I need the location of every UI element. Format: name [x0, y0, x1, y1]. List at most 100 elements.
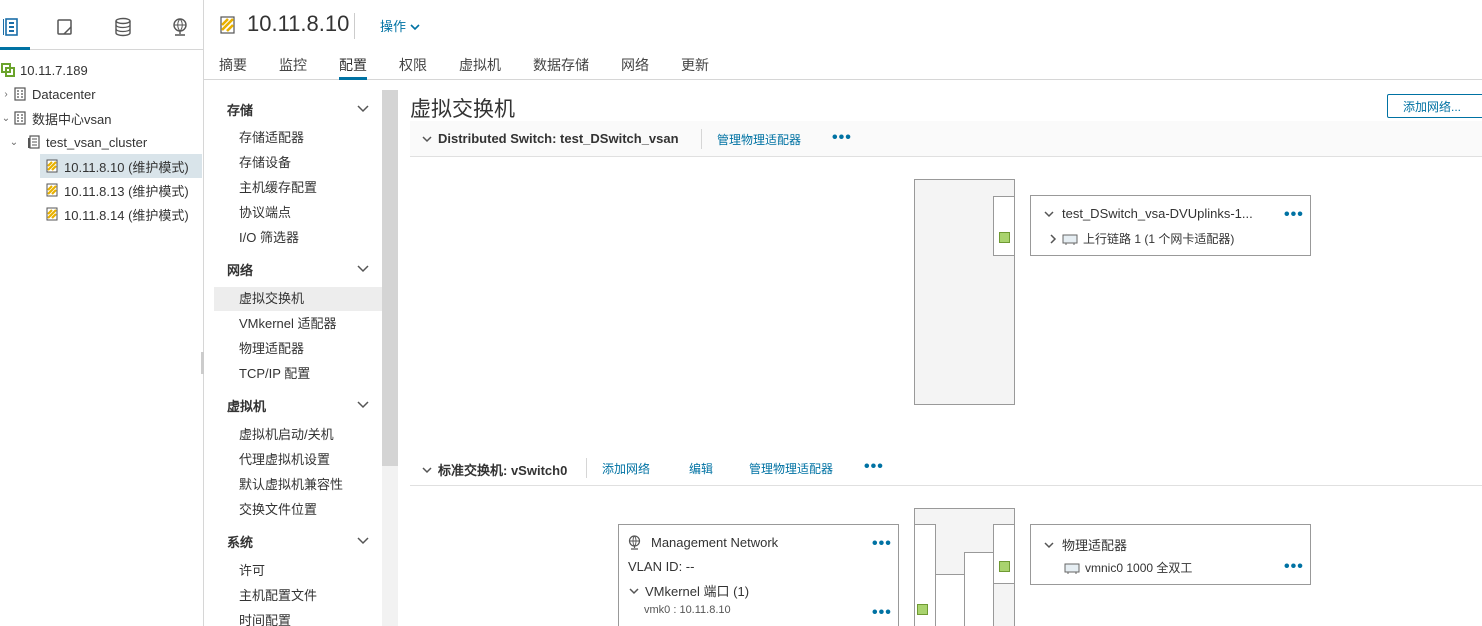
tree-item-host-10-11-8-13[interactable]: 10.11.8.13 (维护模式) — [40, 178, 202, 202]
tree-item-host-10-11-8-10[interactable]: 10.11.8.10 (维护模式) — [40, 154, 202, 178]
menu-item-protocol-endpoints[interactable]: 协议端点 — [214, 201, 382, 225]
add-networking-button[interactable]: 添加网络... — [1387, 94, 1477, 118]
tab-summary[interactable]: 摘要 — [219, 55, 247, 80]
physical-adapters-label: 物理适配器 — [1062, 538, 1128, 553]
vms-and-templates-icon[interactable] — [52, 14, 78, 40]
tab-monitor[interactable]: 监控 — [279, 55, 307, 80]
menu-item-vm-startup-shutdown[interactable]: 虚拟机启动/关机 — [214, 423, 382, 447]
actions-menu-button[interactable]: 操作 — [380, 16, 420, 35]
edit-link[interactable]: 编辑 — [689, 460, 713, 477]
tree-item-host-10-11-8-14[interactable]: 10.11.8.14 (维护模式) — [40, 202, 202, 226]
chevron-down-icon — [422, 466, 432, 473]
tree-item-cluster[interactable]: ⌄ test_vsan_cluster — [8, 130, 204, 154]
menu-group-system[interactable]: 系统 — [227, 531, 369, 551]
pane-splitter-handle[interactable] — [201, 352, 204, 374]
menu-group-label: 系统 — [227, 534, 254, 550]
tree-item-label: 10.11.7.189 — [20, 62, 88, 78]
object-header: 10.11.8.10 操作 摘要 监控 配置 权限 虚拟机 数据存储 网络 更新 — [204, 0, 1482, 80]
tree-item-datacenter-vsan[interactable]: ⌄ 数据中心vsan — [0, 106, 204, 130]
physical-adapters-title[interactable]: 物理适配器 — [1043, 535, 1127, 554]
menu-item-storage-adapters[interactable]: 存储适配器 — [214, 126, 382, 150]
menu-item-host-profile[interactable]: 主机配置文件 — [214, 584, 382, 608]
more-actions-icon[interactable]: ••• — [1284, 559, 1304, 575]
hosts-and-clusters-icon[interactable] — [0, 14, 30, 50]
networking-icon[interactable] — [167, 14, 193, 40]
more-actions-icon[interactable]: ••• — [872, 536, 892, 552]
add-networking-link[interactable]: 添加网络 — [602, 460, 650, 477]
vmkernel-ports-row[interactable]: VMkernel 端口 (1) — [628, 581, 749, 600]
side-menu-scrollbar[interactable] — [382, 90, 398, 626]
tree-item-vcenter[interactable]: 10.11.7.189 — [0, 58, 204, 82]
tab-networks[interactable]: 网络 — [621, 55, 649, 80]
chevron-down-icon — [628, 586, 640, 596]
menu-group-networking[interactable]: 网络 — [227, 259, 369, 279]
storage-icon[interactable] — [110, 14, 136, 40]
menu-item-physical-adapters[interactable]: 物理适配器 — [214, 337, 382, 361]
uplink-row[interactable]: 上行链路 1 (1 个网卡适配器) — [1049, 230, 1234, 247]
distributed-switch-toggle[interactable]: Distributed Switch: test_DSwitch_vsan — [422, 131, 679, 146]
menu-item-agent-vm-settings[interactable]: 代理虚拟机设置 — [214, 448, 382, 472]
scrollbar-thumb[interactable] — [382, 90, 398, 466]
tab-permissions[interactable]: 权限 — [399, 55, 427, 80]
port-group-title[interactable]: Management Network — [627, 535, 778, 550]
chevron-down-icon[interactable]: ⌄ — [0, 113, 12, 124]
switch-path-segment — [964, 552, 994, 626]
chevron-down-icon[interactable]: ⌄ — [8, 137, 20, 148]
datacenter-icon — [12, 86, 28, 102]
menu-group-label: 存储 — [227, 102, 254, 118]
standard-switch-toggle[interactable]: 标准交换机: vSwitch0 — [422, 460, 567, 479]
menu-item-host-cache[interactable]: 主机缓存配置 — [214, 176, 382, 200]
menu-item-default-vm-compat[interactable]: 默认虚拟机兼容性 — [214, 473, 382, 497]
menu-item-tcpip-config[interactable]: TCP/IP 配置 — [214, 362, 382, 386]
menu-item-vmkernel-adapters[interactable]: VMkernel 适配器 — [214, 312, 382, 336]
standard-switch-name: 标准交换机: vSwitch0 — [438, 463, 568, 478]
vmnic0-row[interactable]: vmnic0 1000 全双工 — [1064, 559, 1192, 576]
uplink-group-title[interactable]: test_DSwitch_vsa-DVUplinks-1... — [1043, 206, 1253, 221]
menu-item-time-config[interactable]: 时间配置 — [214, 609, 382, 626]
tree-item-label: 10.11.8.14 (维护模式) — [64, 207, 189, 223]
vmkernel-ports-label: VMkernel 端口 (1) — [645, 584, 750, 599]
vmk0-row[interactable]: vmk0 : 10.11.8.10 — [644, 604, 731, 616]
section-title: 虚拟交换机 — [410, 98, 515, 121]
chevron-down-icon — [357, 398, 369, 413]
chevron-right-icon[interactable]: › — [0, 89, 12, 100]
menu-item-io-filters[interactable]: I/O 筛选器 — [214, 226, 382, 250]
chevron-down-icon — [357, 534, 369, 549]
chevron-down-icon — [1043, 209, 1055, 219]
more-actions-icon[interactable]: ••• — [1284, 207, 1304, 223]
tab-configure[interactable]: 配置 — [339, 55, 367, 80]
more-actions-icon[interactable]: ••• — [872, 605, 892, 621]
vmk-port-icon[interactable] — [917, 604, 928, 615]
menu-item-licensing[interactable]: 许可 — [214, 559, 382, 583]
network-globe-icon — [627, 535, 642, 550]
menu-group-label: 虚拟机 — [227, 398, 267, 414]
menu-group-storage[interactable]: 存储 — [227, 99, 369, 119]
manage-physical-adapters-link[interactable]: 管理物理适配器 — [749, 460, 833, 477]
menu-group-virtual-machines[interactable]: 虚拟机 — [227, 395, 369, 415]
actions-menu-label: 操作 — [380, 19, 407, 34]
chevron-right-icon — [1049, 233, 1057, 244]
uplink-group-name: test_DSwitch_vsa-DVUplinks-1... — [1062, 206, 1253, 221]
uplink-port-icon[interactable] — [999, 232, 1010, 243]
add-networking-dropdown[interactable] — [1475, 94, 1482, 118]
tab-updates[interactable]: 更新 — [681, 55, 709, 80]
switch-path-segment — [935, 574, 965, 626]
chevron-down-icon — [410, 19, 420, 34]
menu-item-swap-file-location[interactable]: 交换文件位置 — [214, 498, 382, 522]
distributed-switch-header: Distributed Switch: test_DSwitch_vsan 管理… — [410, 121, 1482, 157]
manage-physical-adapters-link[interactable]: 管理物理适配器 — [717, 131, 801, 148]
navigator-tabs — [0, 0, 204, 50]
divider — [701, 129, 702, 149]
more-actions-icon[interactable]: ••• — [832, 130, 852, 146]
vmnic0-label: vmnic0 1000 全双工 — [1085, 561, 1193, 575]
nic-port-icon[interactable] — [999, 561, 1010, 572]
cluster-icon — [26, 134, 42, 150]
physical-adapter-connector — [993, 524, 1015, 584]
menu-item-virtual-switches[interactable]: 虚拟交换机 — [214, 287, 382, 311]
tree-item-datacenter[interactable]: › Datacenter — [0, 82, 204, 106]
menu-item-storage-devices[interactable]: 存储设备 — [214, 151, 382, 175]
more-actions-icon[interactable]: ••• — [864, 459, 884, 475]
tab-vms[interactable]: 虚拟机 — [459, 55, 501, 80]
tab-datastores[interactable]: 数据存储 — [533, 55, 589, 80]
inventory-navigator: 10.11.7.189 › Datacenter ⌄ 数据中心vsan ⌄ te… — [0, 0, 204, 626]
